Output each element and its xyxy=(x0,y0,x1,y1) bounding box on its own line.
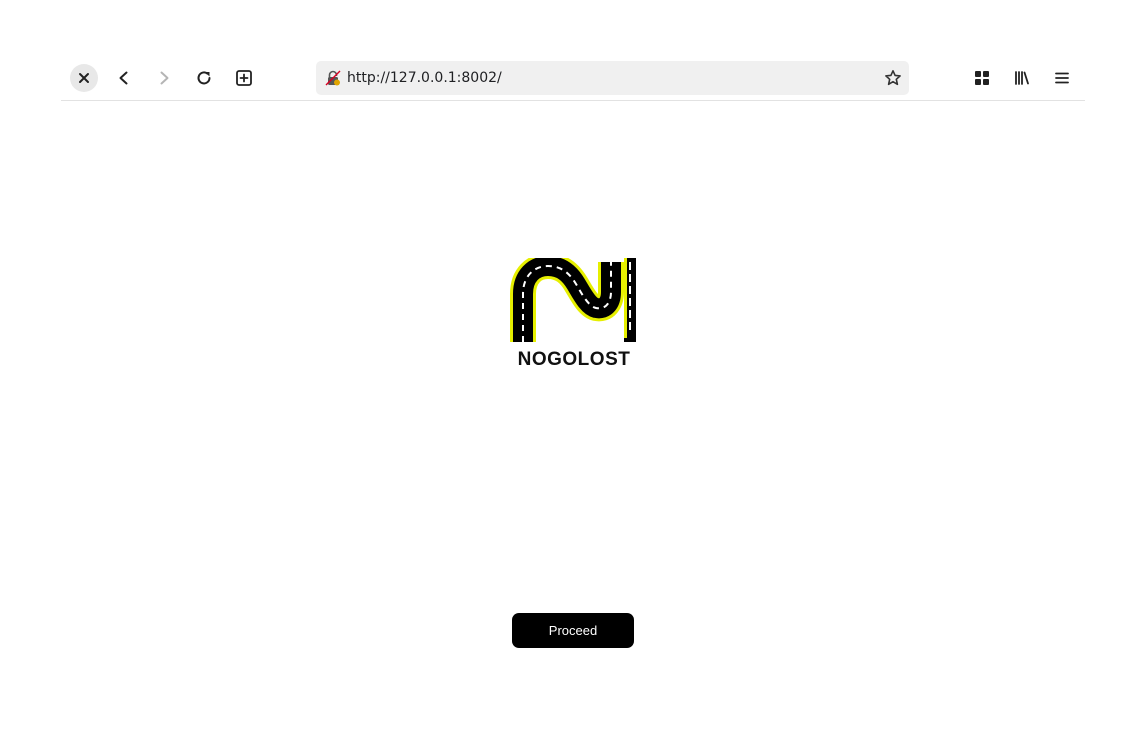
grid-icon xyxy=(975,71,989,85)
reload-icon xyxy=(197,71,211,85)
close-icon xyxy=(79,73,89,83)
forward-button[interactable] xyxy=(150,64,178,92)
back-button[interactable] xyxy=(110,64,138,92)
hamburger-menu-icon xyxy=(1055,72,1069,84)
star-icon[interactable] xyxy=(884,69,902,87)
forward-arrow-icon xyxy=(160,71,169,85)
nogolost-logo: NOGOLOST xyxy=(510,253,638,372)
menu-button[interactable] xyxy=(1048,64,1076,92)
road-logo-icon xyxy=(510,253,636,342)
url-bar[interactable]: http://127.0.0.1:8002/ xyxy=(316,61,909,95)
page-content: NOGOLOST Proceed xyxy=(0,101,1146,739)
proceed-button[interactable]: Proceed xyxy=(512,613,634,648)
new-tab-icon xyxy=(236,70,252,86)
stop-button[interactable] xyxy=(70,64,98,92)
library-icon xyxy=(1015,71,1029,85)
library-button[interactable] xyxy=(1008,64,1036,92)
reload-button[interactable] xyxy=(190,64,218,92)
new-tab-button[interactable] xyxy=(230,64,258,92)
back-arrow-icon xyxy=(119,71,128,85)
browser-toolbar: http://127.0.0.1:8002/ xyxy=(61,56,1085,101)
insecure-lock-icon xyxy=(325,70,341,86)
url-text: http://127.0.0.1:8002/ xyxy=(347,70,502,86)
browser-window: http://127.0.0.1:8002/ NOGOLOST Proceed xyxy=(0,0,1146,739)
logo-text: NOGOLOST xyxy=(517,349,631,370)
extensions-button[interactable] xyxy=(968,64,996,92)
